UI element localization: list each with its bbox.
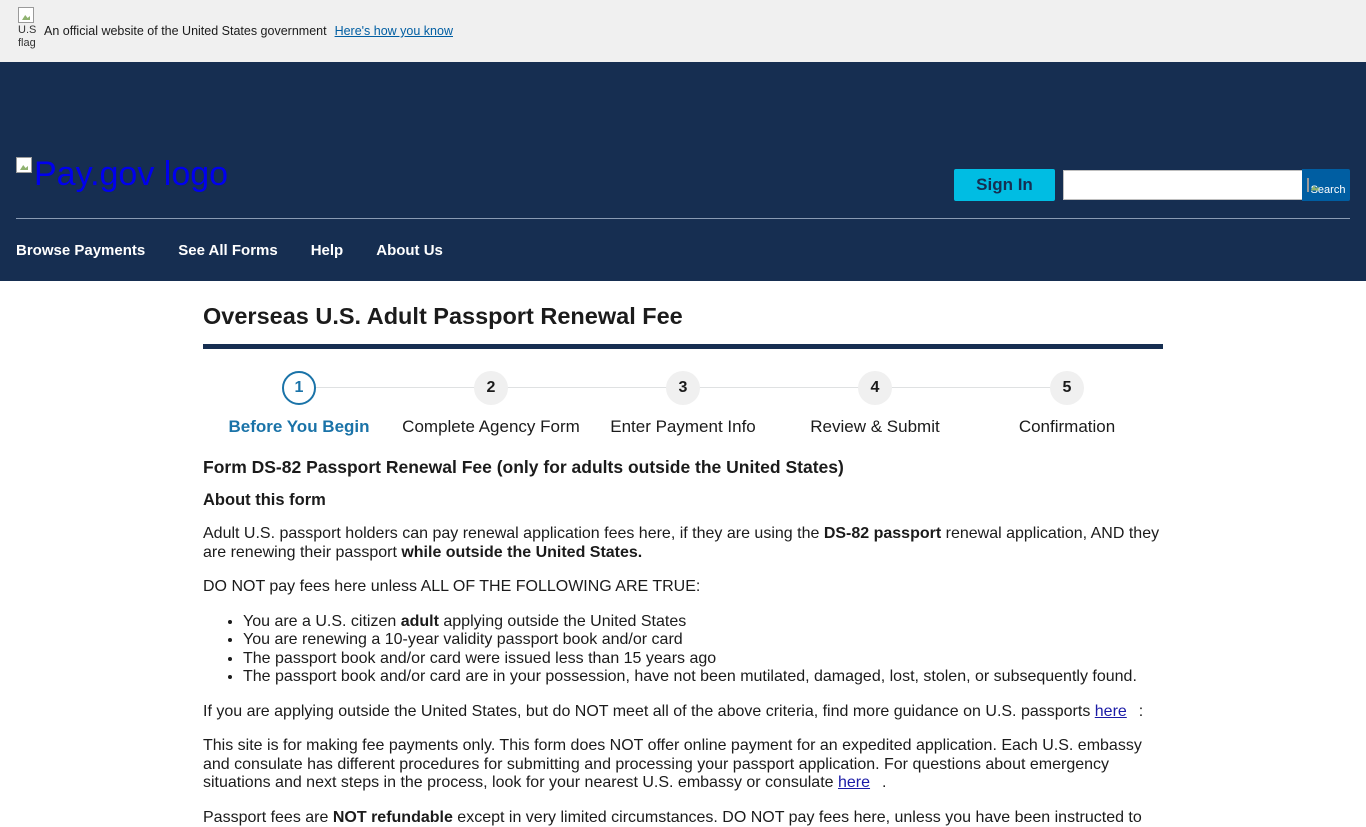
text: Passport fees are <box>203 809 333 826</box>
step-number: 2 <box>474 371 508 405</box>
search-button[interactable]: Search <box>1302 169 1350 201</box>
step-label: Complete Agency Form <box>395 417 587 437</box>
about-heading: About this form <box>203 491 1163 510</box>
bold-text: DS-82 passport <box>824 525 941 542</box>
bold-text: NOT refundable <box>333 809 453 826</box>
text: applying outside the United States <box>439 613 686 630</box>
form-description: Form DS-82 Passport Renewal Fee (only fo… <box>203 458 1163 827</box>
criteria-list: You are a U.S. citizen adult applying ou… <box>203 613 1163 687</box>
text: Adult U.S. passport holders can pay rene… <box>203 525 824 542</box>
list-item: The passport book and/or card are in you… <box>243 668 1163 687</box>
step-before-you-begin: 1 Before You Begin <box>203 371 395 437</box>
text: You are a U.S. citizen <box>243 613 401 630</box>
header-divider <box>16 218 1350 219</box>
step-number: 5 <box>1050 371 1084 405</box>
text: This site is for making fee payments onl… <box>203 737 1142 791</box>
search-icon <box>1307 178 1309 192</box>
embassy-paragraph: This site is for making fee payments onl… <box>203 737 1163 793</box>
logo-alt-text: Pay.gov logo <box>34 157 228 191</box>
main-content: Overseas U.S. Adult Passport Renewal Fee… <box>203 281 1163 827</box>
paygov-logo[interactable]: Pay.gov logo <box>16 157 228 191</box>
us-flag-icon: U.S. flag <box>18 7 36 55</box>
page-title: Overseas U.S. Adult Passport Renewal Fee <box>203 281 1163 344</box>
text: except in very limited circumstances. DO… <box>453 809 1142 826</box>
search-input[interactable] <box>1063 170 1303 200</box>
bold-text: while outside the United States. <box>401 544 642 561</box>
embassy-link[interactable]: here <box>838 774 870 791</box>
list-item: You are renewing a 10-year validity pass… <box>243 631 1163 650</box>
progress-steps: 1 Before You Begin 2 Complete Agency For… <box>203 349 1163 453</box>
flag-alt-text: U.S. flag <box>18 24 36 49</box>
site-header: Pay.gov logo Sign In Search <box>0 62 1366 219</box>
intro-paragraph: Adult U.S. passport holders can pay rene… <box>203 525 1163 562</box>
step-enter-payment-info: 3 Enter Payment Info <box>587 371 779 437</box>
broken-image-icon <box>16 157 32 173</box>
broken-image-icon <box>18 7 34 23</box>
gov-banner: U.S. flag An official website of the Uni… <box>0 0 1366 62</box>
step-label: Review & Submit <box>779 417 971 437</box>
step-label: Confirmation <box>971 417 1163 437</box>
bold-text: adult <box>401 613 439 630</box>
text: : <box>1139 703 1143 720</box>
list-item: You are a U.S. citizen adult applying ou… <box>243 613 1163 632</box>
nav-about-us[interactable]: About Us <box>376 242 443 259</box>
step-number: 1 <box>282 371 316 405</box>
nav-see-all-forms[interactable]: See All Forms <box>178 242 277 259</box>
step-complete-agency-form: 2 Complete Agency Form <box>395 371 587 437</box>
text: If you are applying outside the United S… <box>203 703 1095 720</box>
form-heading: Form DS-82 Passport Renewal Fee (only fo… <box>203 458 1163 477</box>
step-review-submit: 4 Review & Submit <box>779 371 971 437</box>
step-confirmation: 5 Confirmation <box>971 371 1163 437</box>
heres-how-you-know-link[interactable]: Here's how you know <box>335 24 453 38</box>
passport-guidance-link[interactable]: here <box>1095 703 1127 720</box>
main-nav: Browse Payments See All Forms Help About… <box>0 219 1366 281</box>
step-label: Enter Payment Info <box>587 417 779 437</box>
nav-help[interactable]: Help <box>311 242 344 259</box>
guidance-paragraph: If you are applying outside the United S… <box>203 703 1163 722</box>
step-label: Before You Begin <box>203 417 395 437</box>
criteria-intro: DO NOT pay fees here unless ALL OF THE F… <box>203 578 1163 597</box>
refund-paragraph: Passport fees are NOT refundable except … <box>203 809 1163 827</box>
text: . <box>882 774 886 791</box>
list-item: The passport book and/or card were issue… <box>243 650 1163 669</box>
sign-in-button[interactable]: Sign In <box>954 169 1055 201</box>
nav-browse-payments[interactable]: Browse Payments <box>16 242 145 259</box>
step-number: 4 <box>858 371 892 405</box>
step-number: 3 <box>666 371 700 405</box>
gov-banner-text: An official website of the United States… <box>44 24 327 38</box>
